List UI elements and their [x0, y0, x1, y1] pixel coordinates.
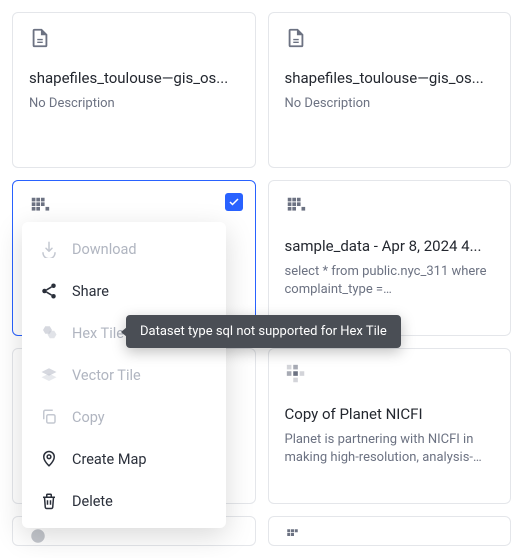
menu-item-createmap[interactable]: Create Map [22, 438, 226, 480]
card-title: shapefiles_toulouse—gis_os... [285, 69, 495, 87]
dataset-card[interactable]: Copy of Planet NICFI Planet is partnerin… [268, 348, 512, 504]
menu-label: Copy [72, 409, 105, 426]
card-description: No Description [285, 95, 495, 113]
menu-item-vectortile: Vector Tile [22, 354, 226, 396]
menu-label: Create Map [72, 451, 147, 468]
card-description: Planet is partnering with NICFI in makin… [285, 431, 495, 467]
dataset-card[interactable]: shapefiles_toulouse—gis_os... No Descrip… [268, 12, 512, 168]
menu-item-delete[interactable]: Delete [22, 480, 226, 522]
vectortile-icon [40, 366, 58, 384]
database-icon [29, 527, 47, 545]
card-title: shapefiles_toulouse—gis_os... [29, 69, 239, 87]
menu-item-copy: Copy [22, 396, 226, 438]
hextile-icon [40, 324, 58, 342]
download-icon [40, 240, 58, 258]
map-pin-icon [40, 450, 58, 468]
copy-icon [40, 408, 58, 426]
menu-label: Share [72, 283, 109, 300]
card-title: Copy of Planet NICFI [285, 405, 495, 423]
card-description: select * from public.nyc_311 where compl… [285, 263, 495, 299]
database-icon [285, 195, 307, 217]
card-description: No Description [29, 95, 239, 113]
card-title: sample_data - Apr 8, 2024 4... [285, 237, 495, 255]
menu-item-share[interactable]: Share [22, 270, 226, 312]
trash-icon [40, 492, 58, 510]
document-icon [29, 27, 51, 49]
menu-label: Delete [72, 493, 113, 510]
database-icon [29, 195, 51, 217]
context-menu: Download Share Hex Tile Vector Tile Copy… [22, 222, 226, 528]
menu-label: Download [72, 241, 137, 258]
database-icon [285, 527, 303, 545]
dataset-card[interactable]: shapefiles_toulouse—gis_os... No Descrip… [12, 12, 256, 168]
share-icon [40, 282, 58, 300]
menu-label: Vector Tile [72, 367, 141, 384]
dataset-card[interactable]: sample_data - Apr 8, 2024 4... select * … [268, 180, 512, 336]
menu-label: Hex Tile [72, 325, 124, 342]
tooltip-text: Dataset type sql not supported for Hex T… [140, 324, 387, 339]
document-icon [285, 27, 307, 49]
selected-check-icon[interactable] [225, 193, 243, 211]
menu-item-download: Download [22, 228, 226, 270]
tooltip: Dataset type sql not supported for Hex T… [126, 315, 401, 348]
dataset-card[interactable] [268, 516, 512, 546]
grid-icon [285, 363, 307, 385]
